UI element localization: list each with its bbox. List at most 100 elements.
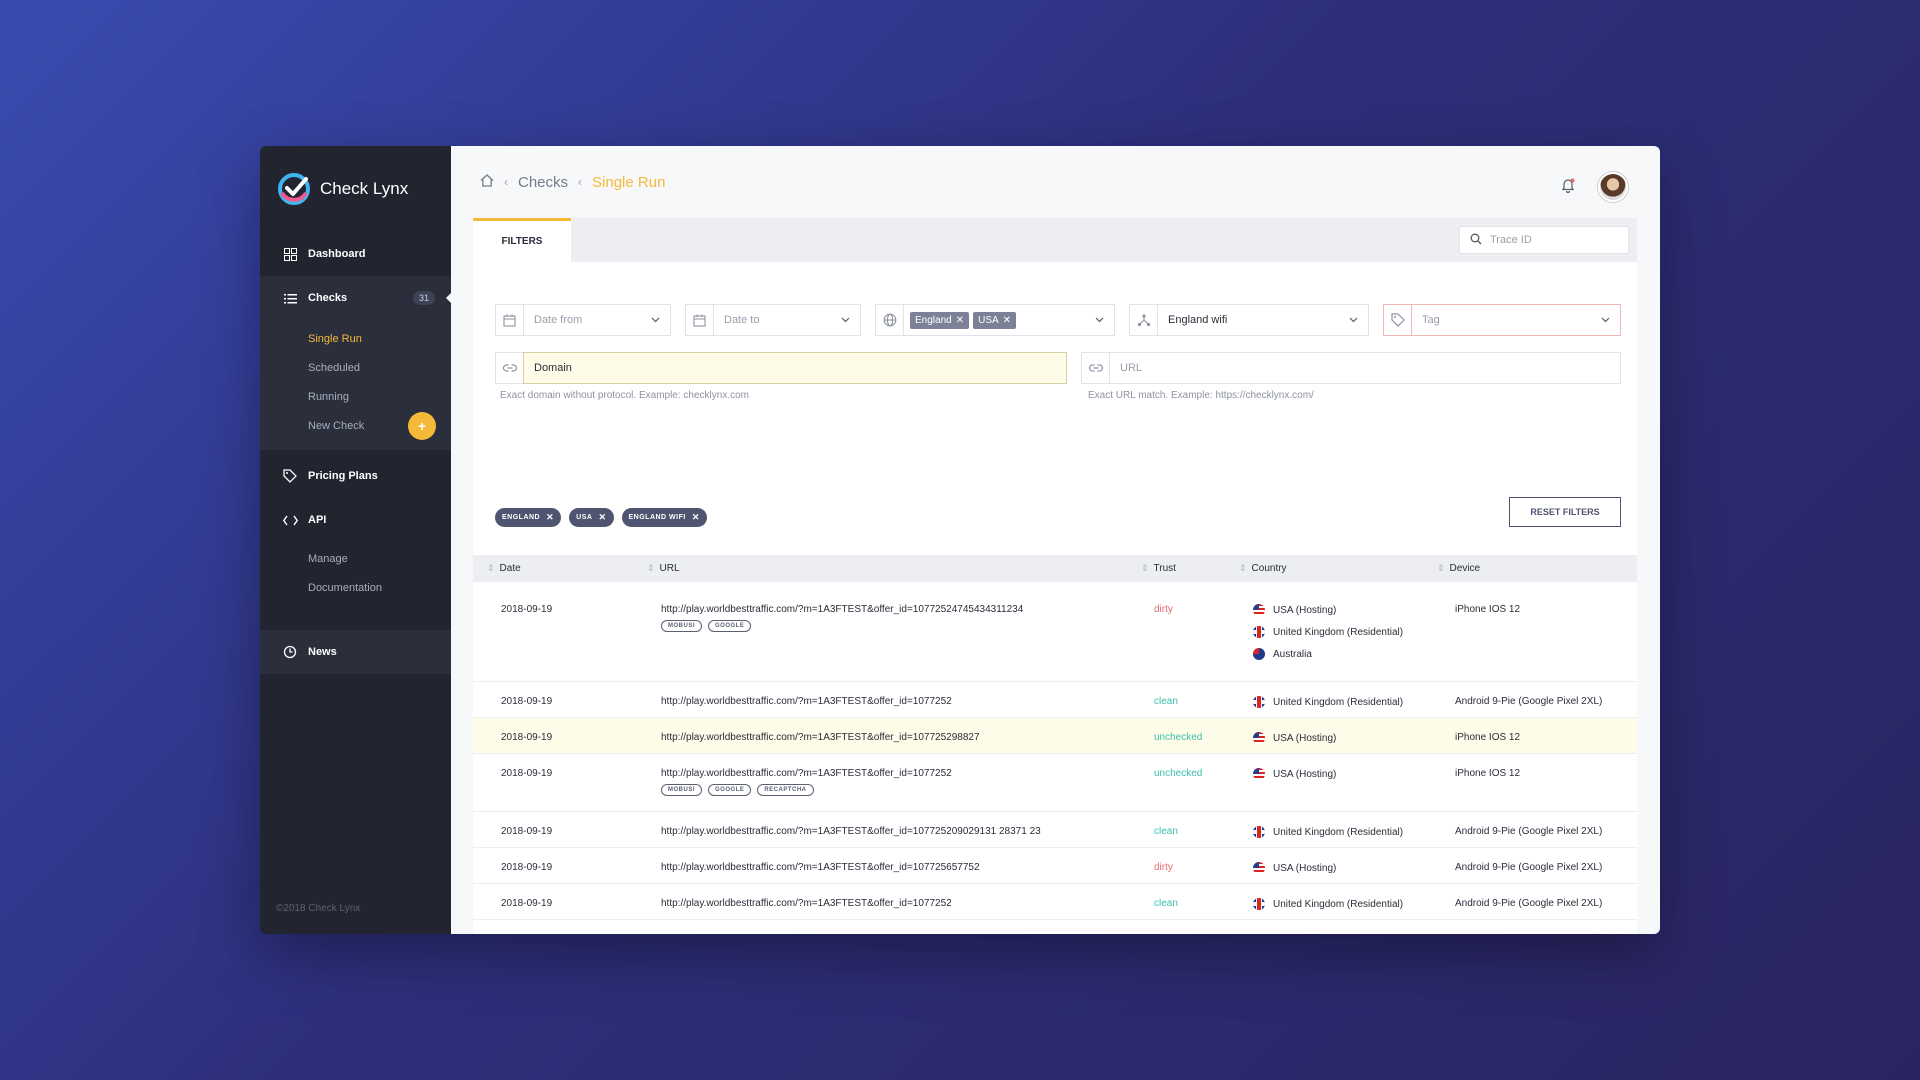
topbar: ‹ Checks ‹ Single Run (451, 146, 1660, 218)
breadcrumb: ‹ Checks ‹ Single Run (480, 174, 665, 191)
column-device[interactable]: ⇕ Device (1437, 555, 1480, 582)
cell-url[interactable]: http://play.worldbesttraffic.com/?m=1A3F… (661, 768, 952, 796)
list-icon (282, 290, 298, 306)
sidebar-item-new-check[interactable]: New Check + (260, 411, 451, 440)
cell-url[interactable]: http://play.worldbesttraffic.com/?m=1A3F… (661, 826, 1041, 837)
cell-date: 2018-09-19 (501, 862, 553, 873)
sidebar-item-checks[interactable]: Checks 31 (260, 276, 451, 320)
user-avatar[interactable] (1598, 172, 1628, 202)
url-input[interactable]: URL (1110, 353, 1620, 383)
cell-url[interactable]: http://play.worldbesttraffic.com/?m=1A3F… (661, 862, 980, 873)
chevron-left-icon: ‹ (504, 175, 508, 189)
sidebar-item-scheduled[interactable]: Scheduled (260, 353, 451, 382)
sidebar-item-news[interactable]: News (260, 630, 451, 674)
url-field[interactable]: URL (1081, 352, 1621, 384)
column-country[interactable]: ⇕ Country (1239, 555, 1287, 582)
cell-date: 2018-09-19 (501, 604, 553, 615)
active-tag-england-wifi[interactable]: ENGLAND WIFI ✕ (621, 508, 707, 527)
url-link[interactable]: http://play.worldbesttraffic.com/?m=1A3F… (661, 696, 952, 707)
url-link[interactable]: http://play.worldbesttraffic.com/?m=1A3F… (661, 732, 980, 743)
new-check-plus-button[interactable]: + (408, 411, 436, 440)
domain-field[interactable]: Domain (495, 352, 1067, 384)
table-row[interactable]: 2018-09-19http://play.worldbesttraffic.c… (473, 884, 1637, 920)
tab-filters[interactable]: FILTERS (473, 218, 571, 262)
tag-icon (282, 468, 298, 484)
cell-url[interactable]: http://play.worldbesttraffic.com/?m=1A3F… (661, 898, 952, 909)
close-icon[interactable]: ✕ (1003, 315, 1011, 326)
country-entry: United Kingdom (Residential) (1253, 821, 1403, 843)
table-header: ⇕ Date ⇕ URL ⇕ Trust ⇕ Country ⇕ Device (473, 555, 1637, 582)
sidebar-item-api[interactable]: API (260, 498, 451, 542)
table-row[interactable]: 2018-09-19http://play.worldbesttraffic.c… (473, 812, 1637, 848)
brand-name: Check Lynx (320, 179, 409, 198)
cell-device: Android 9-Pie (Google Pixel 2XL) (1455, 696, 1603, 707)
network-select[interactable]: England wifi (1129, 304, 1369, 336)
reset-filters-button[interactable]: RESET FILTERS (1509, 497, 1621, 527)
url-link[interactable]: http://play.worldbesttraffic.com/?m=1A3F… (661, 862, 980, 873)
close-icon[interactable]: ✕ (956, 315, 964, 326)
close-icon[interactable]: ✕ (546, 512, 554, 523)
country-name: United Kingdom (Residential) (1273, 898, 1404, 910)
table-row[interactable]: 2018-09-19 http://play.worldbesttraffic.c… (473, 718, 1637, 754)
domain-input[interactable]: Domain (523, 352, 1067, 384)
url-link[interactable]: http://play.worldbesttraffic.com/?m=1A3F… (661, 604, 1023, 615)
us-flag-icon (1253, 862, 1265, 874)
home-icon[interactable] (480, 173, 494, 191)
column-trust[interactable]: ⇕ Trust (1141, 555, 1176, 582)
date-to-input[interactable]: Date to (714, 305, 860, 335)
column-label: URL (659, 563, 680, 574)
breadcrumb-checks[interactable]: Checks (518, 174, 568, 191)
table-row[interactable]: 2018-09-19 http://play.worldbesttraffic.c… (473, 848, 1637, 884)
brand[interactable]: Check Lynx (260, 146, 451, 232)
trace-id-search[interactable]: Trace ID (1459, 226, 1629, 254)
column-url[interactable]: ⇕ URL (647, 555, 680, 582)
table-row[interactable]: 2018-09-19http://play.worldbesttraffic.c… (473, 754, 1637, 812)
sidebar-item-dashboard[interactable]: Dashboard (260, 232, 451, 276)
country-select[interactable]: England ✕ USA ✕ (875, 304, 1115, 336)
cell-url[interactable]: http://play.worldbesttraffic.com/?m=1A3F… (661, 604, 1023, 632)
column-date[interactable]: ⇕ Date (487, 555, 521, 582)
tag-select[interactable]: Tag (1383, 304, 1621, 336)
date-to-field[interactable]: Date to (685, 304, 861, 336)
url-link[interactable]: http://play.worldbesttraffic.com/?m=1A3F… (661, 768, 952, 779)
active-tag-usa[interactable]: USA ✕ (569, 508, 614, 527)
table-body: 2018-09-19 http://play.worldbesttraffic.c… (473, 582, 1637, 934)
table-row[interactable]: 2018-09-19http://play.worldbesttraffic.c… (473, 920, 1637, 934)
search-placeholder: Trace ID (1490, 234, 1532, 246)
link-icon (496, 353, 524, 383)
network-value[interactable]: England wifi (1158, 305, 1368, 335)
country-name: United Kingdom (Residential) (1273, 696, 1404, 708)
country-chips[interactable]: England ✕ USA ✕ (904, 305, 1114, 335)
cell-url[interactable]: http://play.worldbesttraffic.com/?m=1A3F… (661, 732, 980, 743)
country-chip-england[interactable]: England ✕ (910, 311, 970, 329)
active-tag-label: USA (576, 514, 593, 521)
sort-icon: ⇕ (1141, 563, 1149, 573)
cell-trust: clean (1154, 826, 1178, 837)
news-icon (282, 644, 298, 660)
close-icon[interactable]: ✕ (692, 512, 700, 523)
notification-bell-icon[interactable] (1560, 177, 1576, 198)
cell-url[interactable]: http://play.worldbesttraffic.com/?m=1A3F… (661, 696, 952, 707)
chevron-down-icon (651, 314, 660, 326)
sidebar-item-single-run[interactable]: Single Run (260, 324, 451, 353)
country-entry: United Kingdom (Residential) (1253, 691, 1403, 713)
url-link[interactable]: http://play.worldbesttraffic.com/?m=1A3F… (661, 826, 1041, 837)
table-row[interactable]: 2018-09-19 http://play.worldbesttraffic.c… (473, 582, 1637, 682)
close-icon[interactable]: ✕ (598, 512, 606, 523)
country-name: USA (Hosting) (1273, 768, 1337, 780)
url-link[interactable]: http://play.worldbesttraffic.com/?m=1A3F… (661, 898, 952, 909)
country-entry: United Kingdom (Residential) (1253, 893, 1403, 915)
sidebar-item-documentation[interactable]: Documentation (260, 573, 451, 602)
table-row[interactable]: 2018-09-19http://play.worldbesttraffic.c… (473, 682, 1637, 718)
url-tags: MOBUSI GOOGLE (661, 620, 1023, 632)
tag-input[interactable]: Tag (1412, 305, 1620, 335)
sidebar-item-running[interactable]: Running (260, 382, 451, 411)
active-tag-label: ENGLAND (502, 514, 541, 521)
sidebar-item-pricing[interactable]: Pricing Plans (260, 454, 451, 498)
active-tag-england[interactable]: ENGLAND ✕ (495, 508, 562, 527)
date-from-input[interactable]: Date from (524, 305, 670, 335)
country-chip-usa[interactable]: USA ✕ (973, 311, 1017, 329)
date-from-field[interactable]: Date from (495, 304, 671, 336)
cell-date: 2018-09-19 (501, 732, 553, 743)
sidebar-item-manage[interactable]: Manage (260, 544, 451, 573)
